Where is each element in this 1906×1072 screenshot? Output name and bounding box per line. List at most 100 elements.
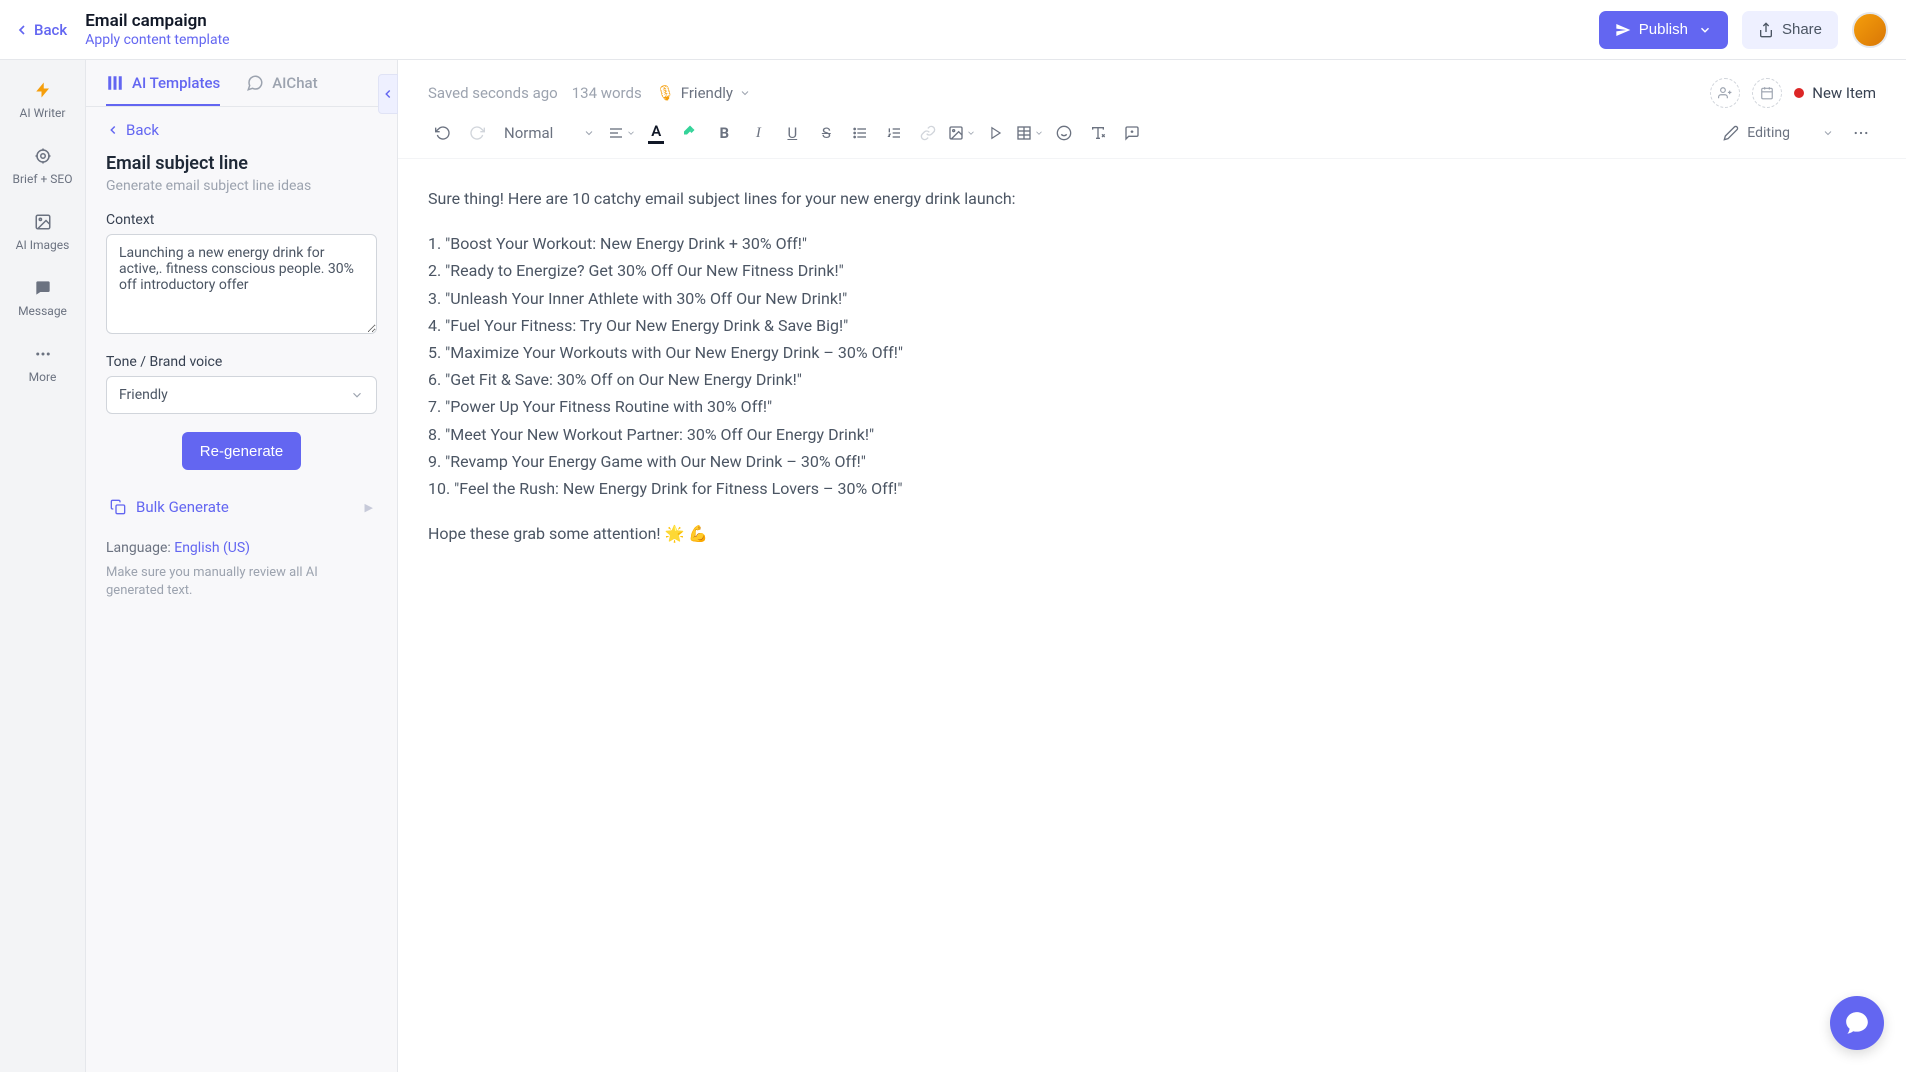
editing-mode-select[interactable]: Editing (1715, 125, 1842, 141)
bolt-icon (33, 80, 53, 100)
more-tools-button[interactable] (1846, 118, 1876, 148)
rail-item-brief-seo[interactable]: Brief + SEO (0, 142, 85, 190)
chevron-left-icon (381, 87, 395, 101)
font-color-button[interactable]: A (641, 118, 671, 148)
workspace: AI Writer Brief + SEO AI Images Message … (0, 60, 1906, 1072)
panel-back-label: Back (126, 121, 159, 139)
style-value: Normal (504, 124, 553, 142)
status-right: New Item (1710, 78, 1876, 108)
add-calendar-button[interactable] (1752, 78, 1782, 108)
apply-template-link[interactable]: Apply content template (85, 32, 229, 48)
doc-line: 4. "Fuel Your Fitness: Try Our New Energ… (428, 312, 1876, 339)
ai-panel: AI Templates AIChat Back Email subject l… (86, 60, 398, 1072)
share-button[interactable]: Share (1742, 11, 1838, 49)
rail-item-message[interactable]: Message (0, 274, 85, 322)
regenerate-button[interactable]: Re-generate (182, 432, 301, 470)
strikethrough-icon: S (822, 124, 831, 142)
redo-icon (469, 125, 485, 141)
align-left-icon (608, 125, 624, 141)
rail-item-ai-writer[interactable]: AI Writer (0, 76, 85, 124)
strike-button[interactable]: S (811, 118, 841, 148)
chevron-down-icon (1034, 128, 1044, 138)
undo-icon (435, 125, 451, 141)
bulk-generate-button[interactable]: Bulk Generate ▶ (106, 492, 377, 522)
back-button[interactable]: Back (14, 21, 67, 39)
language-label: Language: (106, 540, 174, 556)
context-label: Context (106, 212, 377, 228)
editor-status-bar: Saved seconds ago 134 words 🎙 Friendly N… (398, 60, 1906, 108)
collapse-panel-button[interactable] (378, 74, 398, 114)
clear-format-icon (1090, 125, 1106, 141)
tone-value: Friendly (681, 84, 733, 102)
chat-fab[interactable] (1830, 996, 1884, 1050)
list-icon (852, 125, 868, 141)
share-label: Share (1782, 21, 1822, 38)
emoji-icon (1056, 125, 1072, 141)
tone-selected: Friendly (119, 387, 168, 403)
image-button[interactable] (947, 118, 977, 148)
link-icon (920, 125, 936, 141)
doc-line: 5. "Maximize Your Workouts with Our New … (428, 339, 1876, 366)
publish-button[interactable]: Publish (1599, 11, 1728, 49)
copy-icon (110, 499, 126, 515)
page-title: Email campaign (85, 11, 229, 31)
chevron-down-icon (1698, 23, 1712, 37)
chevron-down-icon (1822, 127, 1834, 139)
underline-button[interactable]: U (777, 118, 807, 148)
highlight-button[interactable] (675, 118, 705, 148)
publish-label: Publish (1639, 21, 1688, 38)
emoji-button[interactable] (1049, 118, 1079, 148)
doc-line: 6. "Get Fit & Save: 30% Off on Our New E… (428, 366, 1876, 393)
add-user-button[interactable] (1710, 78, 1740, 108)
play-icon: ▶ (365, 501, 373, 514)
doc-line: 1. "Boost Your Workout: New Energy Drink… (428, 230, 1876, 257)
back-label: Back (34, 21, 67, 39)
clear-format-button[interactable] (1083, 118, 1113, 148)
panel-back-button[interactable]: Back (106, 121, 377, 139)
paragraph-style-select[interactable]: Normal (496, 124, 603, 142)
left-rail: AI Writer Brief + SEO AI Images Message … (0, 60, 86, 1072)
language-link[interactable]: English (US) (174, 540, 250, 556)
item-status[interactable]: New Item (1794, 84, 1876, 102)
bold-icon: B (720, 124, 730, 142)
bullet-list-button[interactable] (845, 118, 875, 148)
comment-button[interactable] (1117, 118, 1147, 148)
image-icon (33, 212, 53, 232)
rail-item-more[interactable]: More (0, 340, 85, 388)
table-icon (1016, 125, 1032, 141)
avatar[interactable] (1852, 12, 1888, 48)
topbar: Back Email campaign Apply content templa… (0, 0, 1906, 60)
message-icon (33, 278, 53, 298)
share-icon (1758, 22, 1774, 38)
pencil-icon (1723, 125, 1739, 141)
table-button[interactable] (1015, 118, 1045, 148)
tab-ai-templates[interactable]: AI Templates (106, 74, 220, 106)
doc-intro: Sure thing! Here are 10 catchy email sub… (428, 185, 1876, 212)
tone-select[interactable]: Friendly (106, 376, 377, 414)
item-status-label: New Item (1812, 84, 1876, 102)
video-button[interactable] (981, 118, 1011, 148)
tone-picker[interactable]: 🎙 Friendly (656, 84, 751, 102)
redo-button[interactable] (462, 118, 492, 148)
undo-button[interactable] (428, 118, 458, 148)
bold-button[interactable]: B (709, 118, 739, 148)
tab-ai-chat[interactable]: AIChat (246, 74, 317, 106)
chat-icon (246, 74, 264, 92)
panel-subtitle: Generate email subject line ideas (106, 178, 377, 194)
doc-outro: Hope these grab some attention! 🌟 💪 (428, 520, 1876, 547)
doc-line: 10. "Feel the Rush: New Energy Drink for… (428, 475, 1876, 502)
italic-icon: I (756, 125, 761, 142)
context-input[interactable] (106, 234, 377, 334)
calendar-icon (1760, 86, 1774, 100)
rail-item-ai-images[interactable]: AI Images (0, 208, 85, 256)
italic-button[interactable]: I (743, 118, 773, 148)
numbered-list-button[interactable] (879, 118, 909, 148)
text-color-icon: A (651, 122, 661, 140)
rail-label: More (29, 370, 57, 384)
bulk-label: Bulk Generate (136, 498, 229, 516)
doc-line: 3. "Unleash Your Inner Athlete with 30% … (428, 285, 1876, 312)
document-body[interactable]: Sure thing! Here are 10 catchy email sub… (398, 159, 1906, 1072)
link-button[interactable] (913, 118, 943, 148)
align-button[interactable] (607, 118, 637, 148)
chevron-down-icon (350, 388, 364, 402)
